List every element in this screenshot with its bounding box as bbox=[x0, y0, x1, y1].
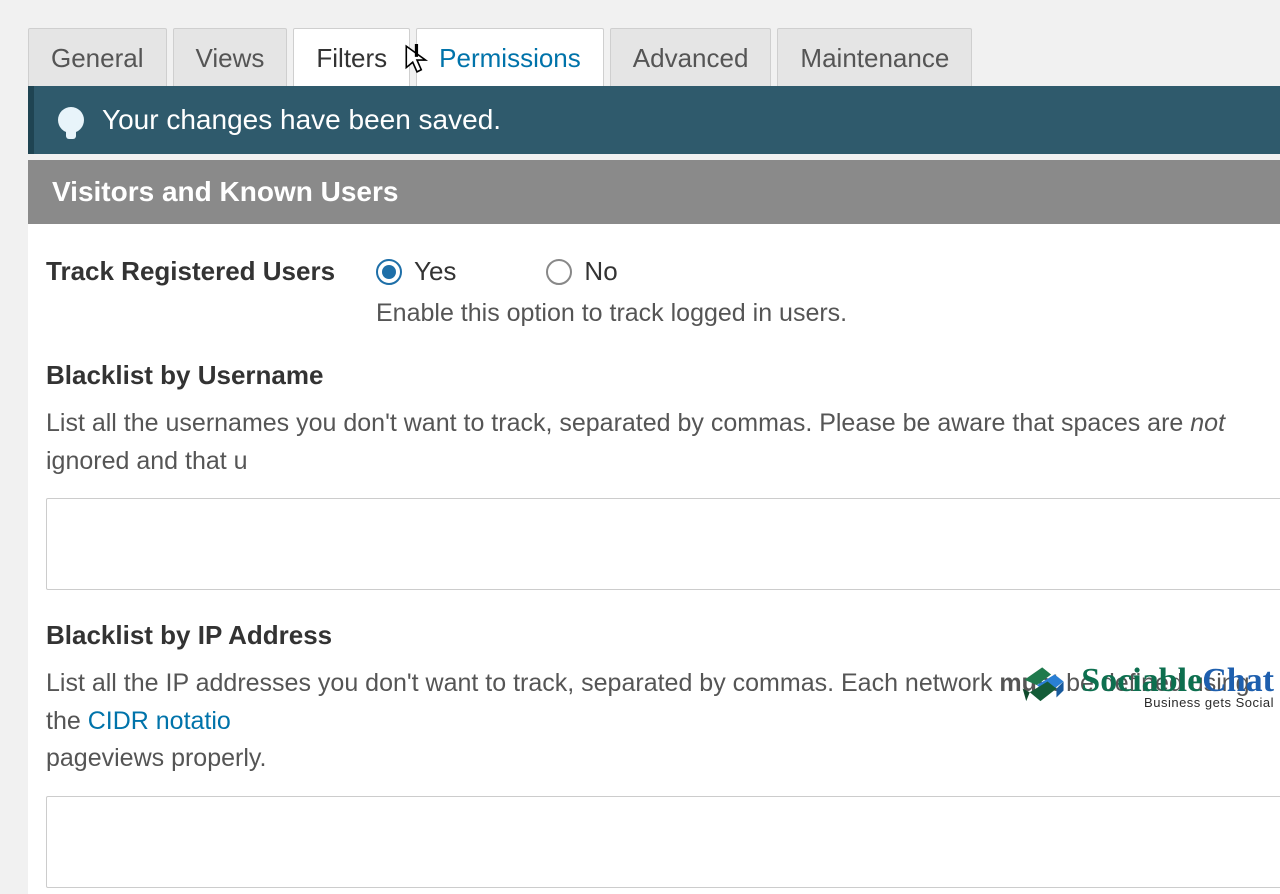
radio-icon bbox=[546, 259, 572, 285]
tab-maintenance[interactable]: Maintenance bbox=[777, 28, 972, 86]
blacklist-ip-title: Blacklist by IP Address bbox=[46, 620, 1262, 651]
blacklist-username-desc: List all the usernames you don't want to… bbox=[46, 405, 1262, 480]
radio-yes[interactable]: Yes bbox=[376, 256, 456, 287]
brand-mark-icon bbox=[1017, 662, 1071, 710]
cidr-link[interactable]: CIDR notatio bbox=[88, 707, 231, 735]
brand-logo: SociableChat Business gets Social bbox=[1017, 662, 1274, 710]
blacklist-username-input[interactable] bbox=[46, 498, 1280, 590]
tab-general[interactable]: General bbox=[28, 28, 167, 86]
lightbulb-icon bbox=[58, 107, 84, 133]
brand-name-2: Chat bbox=[1202, 662, 1274, 699]
tab-filters[interactable]: Filters bbox=[293, 28, 410, 86]
brand-name-1: Sociable bbox=[1081, 662, 1202, 699]
content-panel: Track Registered Users Yes No Enable thi… bbox=[28, 224, 1280, 894]
radio-icon bbox=[376, 259, 402, 285]
tab-advanced[interactable]: Advanced bbox=[610, 28, 772, 86]
save-notice: Your changes have been saved. bbox=[28, 86, 1280, 154]
tab-permissions[interactable]: Permissions bbox=[416, 28, 604, 86]
blacklist-username-title: Blacklist by Username bbox=[46, 360, 1262, 391]
blacklist-ip-input[interactable] bbox=[46, 796, 1280, 888]
radio-no-label: No bbox=[584, 256, 617, 287]
radio-yes-label: Yes bbox=[414, 256, 456, 287]
track-registered-help: Enable this option to track logged in us… bbox=[376, 299, 1256, 328]
track-registered-label: Track Registered Users bbox=[46, 256, 376, 328]
radio-no[interactable]: No bbox=[546, 256, 617, 287]
tab-views[interactable]: Views bbox=[173, 28, 288, 86]
tabs: General Views Filters Permissions Advanc… bbox=[28, 28, 1280, 86]
notice-text: Your changes have been saved. bbox=[102, 104, 501, 136]
section-header: Visitors and Known Users bbox=[28, 160, 1280, 224]
